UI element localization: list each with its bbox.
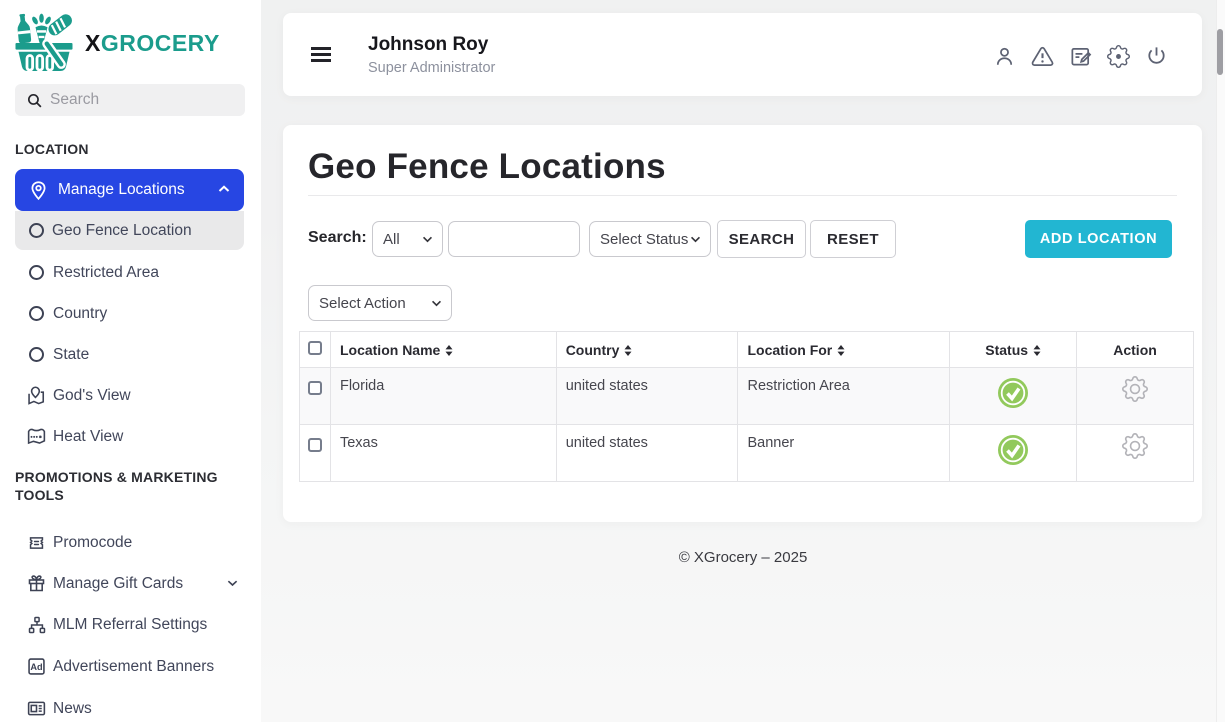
svg-text:Ad: Ad [30,662,42,672]
